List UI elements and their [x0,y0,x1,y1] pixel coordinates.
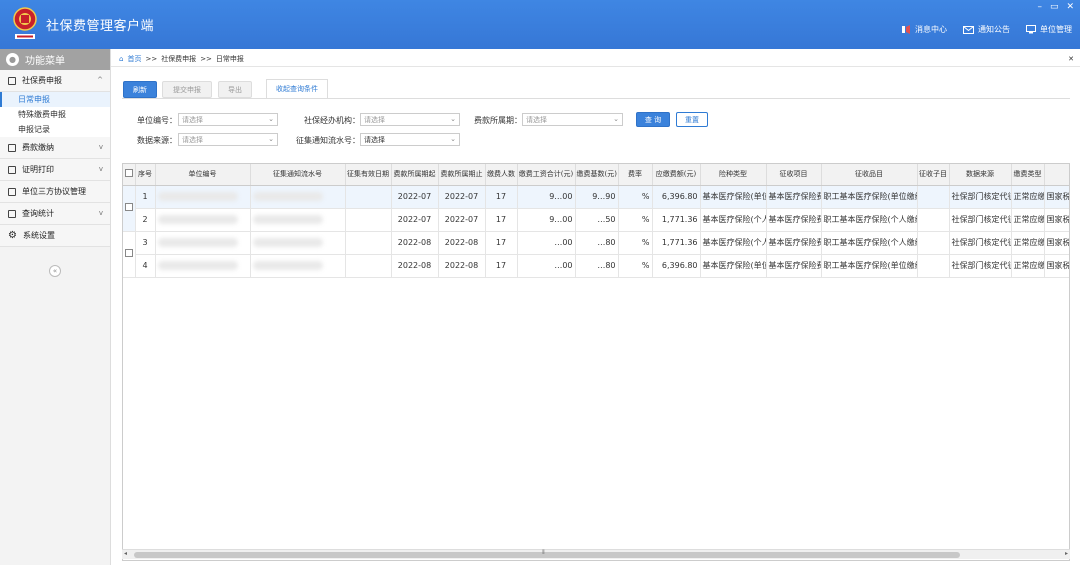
sidebar-group-certificate-print[interactable]: 证明打印 v [0,159,110,181]
query-button[interactable]: 查 询 [636,112,670,127]
unit-no-label: 单位编号： [137,116,177,125]
unit-no-redacted [155,231,251,255]
home-icon: ⌂ [119,55,124,63]
sidebar-group-payment[interactable]: 费款缴纳 v [0,137,110,159]
breadcrumb: ⌂ 首页 >> 社保费申报 >> 日常申报 ✕ [111,52,1080,67]
minimize-icon[interactable]: – [1037,2,1042,12]
sidebar-item-daily-declaration[interactable]: 日常申报 [0,92,110,107]
close-icon[interactable]: ✕ [1066,2,1074,12]
unit-icon [1026,25,1036,34]
chevron-down-icon: v [98,143,103,151]
sidebar-group-tripartite-agreement[interactable]: 单位三方协议管理 [0,181,110,203]
tax-emblem-logo [13,7,37,39]
user-icon: ● [6,53,19,66]
table-row[interactable]: 2 2022-07 2022-07 17 9…00 …50 % 1,771.36… [123,208,1069,232]
scroll-right-icon[interactable]: ▸ [1065,550,1068,557]
source-label: 数据来源： [137,136,177,145]
declaration-table: 序号 单位编号 征集通知流水号 征集有效日期 费款所属期起 费款所属期止 缴费人… [122,163,1070,561]
chart-icon [8,209,16,218]
table-header: 序号 单位编号 征集通知流水号 征集有效日期 费款所属期起 费款所属期止 缴费人… [123,164,1069,186]
divider [122,98,1070,99]
notice-no-select[interactable]: 请选择 ⌄ [360,133,460,146]
agency-select[interactable]: 请选择 ⌄ [360,113,460,126]
chevron-down-icon: ⌄ [450,115,456,123]
tab-collapse-filter[interactable]: 收起查询条件 [266,79,328,99]
agreement-icon [8,187,16,196]
table-row[interactable]: 1 2022-07 2022-07 17 9…00 9…90 % 6,396.8… [123,185,1069,232]
chevron-down-icon: ⌄ [450,135,456,143]
header-links: 消息中心 通知公告 单位管理 [901,24,1072,35]
document-icon [8,76,16,85]
notice-link[interactable]: 通知公告 [963,24,1010,35]
sidebar-group-system-settings[interactable]: ⚙ 系统设置 [0,225,110,247]
period-select[interactable]: 请选择 ⌄ [522,113,623,126]
wallet-icon [8,143,16,152]
notice-no-redacted [250,231,346,255]
breadcrumb-level1[interactable]: 社保费申报 [161,54,196,64]
refresh-button[interactable]: 刷新 [123,81,157,98]
sidebar-group-query-statistics[interactable]: 查询统计 v [0,203,110,225]
chevron-down-icon: ⌄ [268,135,274,143]
message-center-link[interactable]: 消息中心 [901,24,947,35]
unit-no-redacted [155,208,251,232]
breadcrumb-home[interactable]: 首页 [127,54,141,64]
select-all-checkbox[interactable] [123,164,136,186]
app-header: 社保费管理客户端 – ▭ ✕ 消息中心 通知公告 单位管理 [0,0,1080,49]
source-select[interactable]: 请选择 ⌄ [178,133,278,146]
chevron-down-icon: v [98,209,103,217]
chevron-down-icon: ⌄ [268,115,274,123]
app-title: 社保费管理客户端 [46,19,155,34]
table-row[interactable]: 4 2022-08 2022-08 17 …00 …80 % 6,396.80 … [123,254,1069,278]
unit-no-redacted [155,254,251,278]
notice-no-redacted [250,254,346,278]
scroll-grip-icon: ⦀ [542,549,545,556]
submit-declaration-button[interactable]: 提交申报 [162,81,212,98]
chevron-down-icon: v [98,165,103,173]
message-icon [902,25,910,34]
scroll-left-icon[interactable]: ◂ [124,550,127,557]
sidebar: ● 功能菜单 社保费申报 ^ 日常申报 特殊缴费申报 申报记录 费款缴纳 v 证… [0,49,111,565]
period-label: 费款所属期： [474,116,522,125]
menu-header: ● 功能菜单 [0,49,110,70]
sidebar-collapse-button[interactable]: « [49,265,61,277]
table-row[interactable]: 3 2022-08 2022-08 17 …00 …80 % 1,771.36 … [123,231,1069,278]
chevron-down-icon: ⌄ [613,115,619,123]
row-checkbox[interactable] [123,231,136,278]
row-checkbox[interactable] [123,185,136,232]
unit-no-redacted [155,185,251,209]
maximize-icon[interactable]: ▭ [1050,2,1059,12]
unit-management-link[interactable]: 单位管理 [1026,24,1072,35]
sidebar-item-special-declaration[interactable]: 特殊缴费申报 [0,107,110,122]
breadcrumb-level2: 日常申报 [215,55,244,63]
notice-icon [963,25,974,34]
close-tab-icon[interactable]: ✕ [1068,55,1074,63]
notice-no-redacted [250,185,346,209]
chevron-up-icon: ^ [97,76,103,84]
print-icon [8,165,16,174]
export-button[interactable]: 导出 [218,81,252,98]
unit-no-select[interactable]: 请选择 ⌄ [178,113,278,126]
notice-no-redacted [250,208,346,232]
scrollbar-thumb[interactable]: ⦀ [134,549,960,558]
sidebar-item-declaration-records[interactable]: 申报记录 [0,122,110,137]
reset-button[interactable]: 重置 [676,112,708,127]
agency-label: 社保经办机构： [304,116,360,125]
sidebar-group-declaration[interactable]: 社保费申报 ^ [0,70,110,92]
notice-no-label: 征集通知流水号： [296,136,360,145]
window-controls: – ▭ ✕ [1037,2,1074,12]
gear-icon: ⚙ [8,230,17,241]
horizontal-scrollbar[interactable]: ◂ ⦀ ▸ [122,549,1070,559]
